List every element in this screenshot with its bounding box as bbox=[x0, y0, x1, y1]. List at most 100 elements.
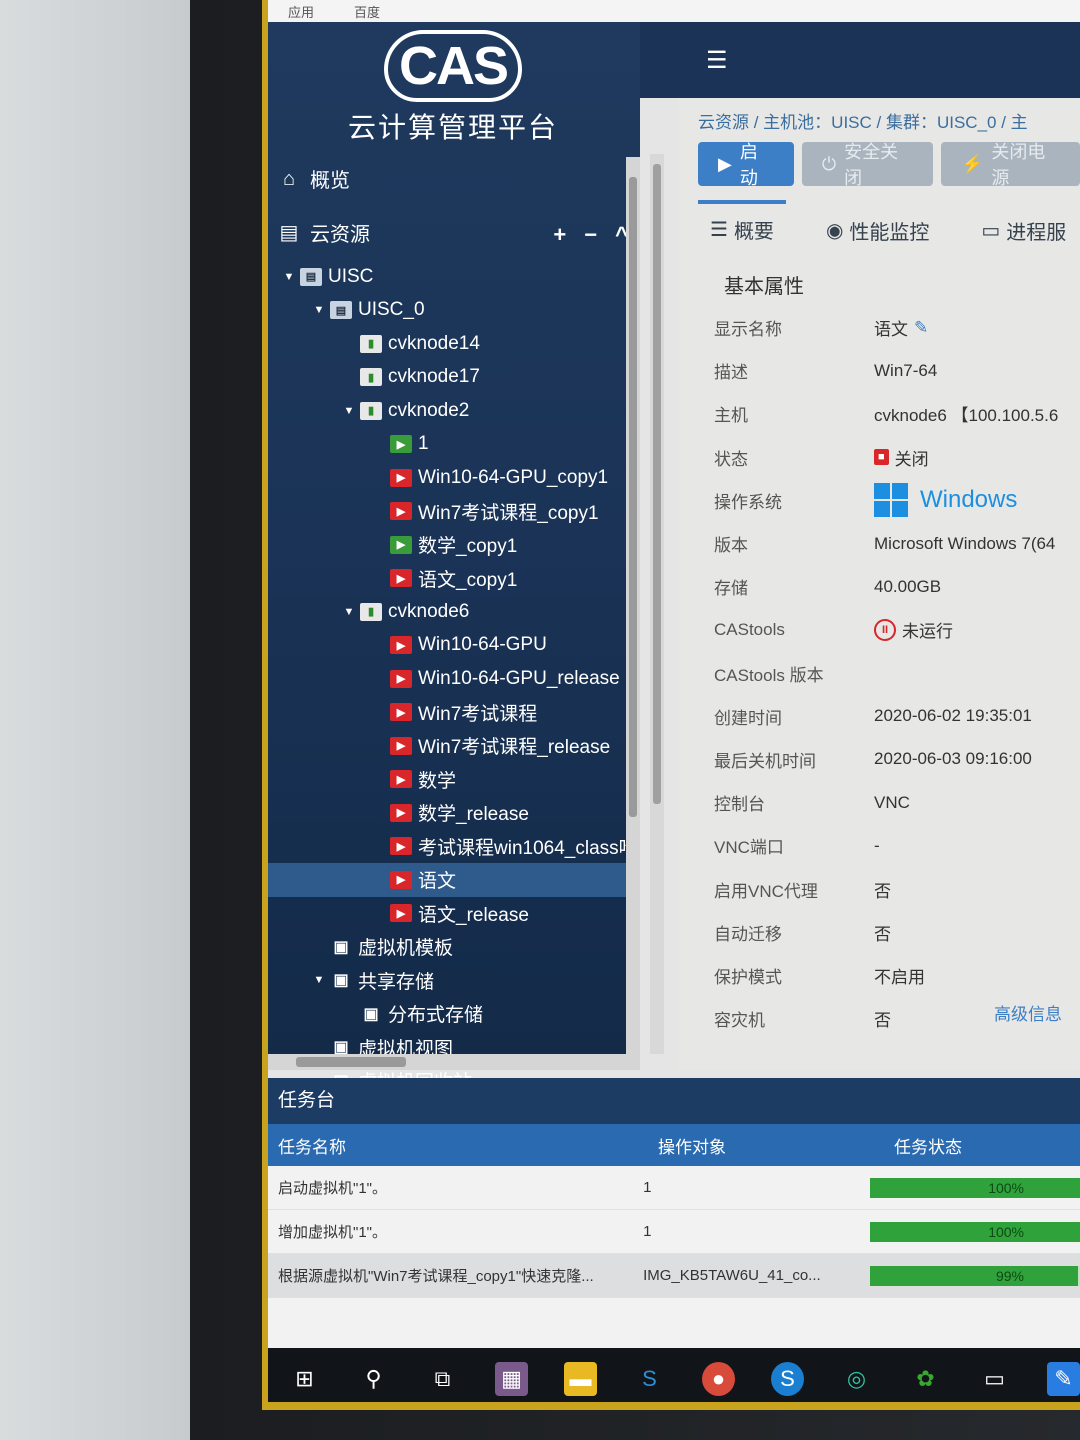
tab-summary[interactable]: ☰ 概要 bbox=[698, 200, 786, 251]
nav-overview[interactable]: ⌂ 概览 bbox=[278, 164, 350, 193]
expand-caret-icon[interactable]: ▼ bbox=[312, 974, 326, 986]
cluster-icon: ▤ bbox=[300, 267, 322, 286]
progress-bar: 100% bbox=[870, 1177, 1080, 1198]
property-row: 启用VNC代理 否 bbox=[704, 867, 1080, 910]
task-row[interactable]: 根据源虚拟机"Win7考试课程_copy1"快速克隆... IMG_KB5TAW6… bbox=[268, 1254, 1080, 1298]
main-scrollbar[interactable] bbox=[650, 154, 664, 1054]
property-value: II 未运行 bbox=[874, 617, 953, 642]
file-explorer-icon[interactable]: ▬ bbox=[564, 1362, 597, 1396]
tree-item[interactable]: ▼ ▮ cvknode6 bbox=[268, 595, 640, 629]
add-button[interactable]: + bbox=[553, 222, 566, 248]
property-label: 状态 bbox=[714, 449, 748, 469]
resource-tree: ▼ ▤ UISC ▼ ▤ UISC_0 ▮ cvknode14 ▮ cvknode17 ▼ ▮ cvkn… bbox=[268, 260, 640, 1098]
vm-stopped-icon: ■ bbox=[874, 449, 889, 466]
tree-item[interactable]: ▶ 数学 bbox=[268, 763, 640, 797]
tree-item[interactable]: ▼ ▤ UISC bbox=[268, 260, 640, 294]
tree-item[interactable]: ▶ 考试课程win1064_class哈 bbox=[268, 830, 640, 864]
col-target[interactable]: 操作对象 bbox=[648, 1133, 884, 1158]
windows-start-icon[interactable]: ⊞ bbox=[288, 1362, 321, 1396]
sidebar-hscrollbar[interactable] bbox=[268, 1054, 640, 1070]
progress-label: 100% bbox=[988, 1223, 1024, 1240]
property-value-text: 关闭 bbox=[894, 449, 929, 469]
search-icon[interactable]: ⚲ bbox=[357, 1362, 390, 1396]
tree-item[interactable]: ▼ ▮ cvknode2 bbox=[268, 394, 640, 428]
tree-item[interactable]: ▶ 语文 bbox=[268, 863, 640, 897]
tree-item[interactable]: ▶ Win7考试课程 bbox=[268, 696, 640, 730]
bookmark-apps[interactable]: 应用 bbox=[288, 2, 314, 21]
start-button[interactable]: ▶ 启动 bbox=[698, 142, 794, 188]
task-name: 增加虚拟机"1"。 bbox=[278, 1224, 387, 1241]
tree-item[interactable]: ▣ 分布式存储 bbox=[268, 997, 640, 1031]
server-icon: ▤ bbox=[279, 221, 299, 244]
task-console-title: 任务台 bbox=[268, 1078, 1080, 1124]
remove-button[interactable]: − bbox=[584, 222, 597, 248]
play-icon: ▶ bbox=[718, 153, 732, 174]
tree-item[interactable]: ▶ 1 bbox=[268, 428, 640, 462]
app-s-icon[interactable]: S bbox=[633, 1362, 666, 1396]
task-row[interactable]: 启动虚拟机"1"。 1 100% bbox=[268, 1166, 1080, 1210]
tree-item[interactable]: ▶ Win10-64-GPU_release bbox=[268, 662, 640, 696]
tree-item[interactable]: ▼ ▤ UISC_0 bbox=[268, 294, 640, 328]
menu-toggle-icon[interactable]: ☰ bbox=[706, 46, 728, 75]
tree-item[interactable]: ▶ 数学_release bbox=[268, 796, 640, 830]
tree-item[interactable]: ▶ 数学_copy1 bbox=[268, 528, 640, 562]
expand-caret-icon[interactable]: ▼ bbox=[312, 304, 326, 316]
property-label: VNC端口 bbox=[714, 838, 784, 858]
calendar-app-icon[interactable]: ▦ bbox=[495, 1362, 528, 1396]
property-label: 控制台 bbox=[714, 795, 765, 815]
expand-caret-icon[interactable]: ▼ bbox=[282, 271, 296, 283]
chrome-icon[interactable]: ● bbox=[702, 1362, 735, 1396]
property-label: 描述 bbox=[714, 363, 748, 383]
property-row: CAStools 版本 bbox=[704, 652, 1080, 695]
property-value-text: 2020-06-02 19:35:01 bbox=[874, 706, 1032, 726]
power-icon: ⏻ bbox=[821, 153, 837, 174]
vm-running-icon: ▶ bbox=[390, 435, 412, 454]
edit-pencil-icon[interactable]: ✎ bbox=[914, 318, 928, 338]
remote-desktop-icon[interactable]: ▭ bbox=[978, 1362, 1011, 1396]
vm-stopped-icon: ▶ bbox=[390, 669, 412, 688]
sidebar: CAS 云计算管理平台 ⌂ 概览 ▤ 云资源 + − ^ ▼ ▤ UISC ▼ ▤ UIS… bbox=[268, 22, 640, 1093]
poweroff-button[interactable]: ⚡ 关闭电源 bbox=[941, 142, 1080, 188]
tree-item[interactable]: ▶ Win10-64-GPU bbox=[268, 629, 640, 663]
app-loop-icon[interactable]: ◎ bbox=[840, 1362, 873, 1396]
skype-icon[interactable]: S bbox=[771, 1362, 804, 1396]
tab-process[interactable]: ▭ 进程服 bbox=[969, 210, 1078, 251]
tree-item[interactable]: ▶ 语文_copy1 bbox=[268, 562, 640, 596]
vm-running-icon: ▶ bbox=[390, 535, 412, 554]
shutdown-button[interactable]: ⏻ 安全关闭 bbox=[801, 142, 933, 188]
tree-item-label: Win10-64-GPU_copy1 bbox=[418, 466, 609, 488]
tab-process-label: 进程服 bbox=[1006, 222, 1067, 244]
tree-item[interactable]: ▶ Win7考试课程_copy1 bbox=[268, 495, 640, 529]
brand-subtitle: 云计算管理平台 bbox=[348, 112, 559, 143]
tree-item[interactable]: ▶ 语文_release bbox=[268, 897, 640, 931]
property-value-text: VNC bbox=[874, 792, 910, 812]
task-row[interactable]: 增加虚拟机"1"。 1 100% bbox=[268, 1210, 1080, 1254]
nav-cloud-resources[interactable]: ▤ 云资源 bbox=[278, 218, 370, 247]
task-view-icon[interactable]: ⧉ bbox=[426, 1362, 459, 1396]
tree-item[interactable]: ▮ cvknode14 bbox=[268, 327, 640, 361]
property-value-text: - bbox=[874, 835, 880, 855]
property-value: cvknode6 【100.100.5.6 bbox=[874, 401, 1058, 426]
host-icon: ▮ bbox=[360, 368, 382, 387]
tab-performance-label: 性能监控 bbox=[849, 222, 930, 244]
tab-performance[interactable]: ◉ 性能监控 bbox=[814, 210, 941, 251]
property-value-text: Win7-64 bbox=[874, 360, 938, 380]
host-icon: ▮ bbox=[360, 401, 382, 420]
sidebar-scrollbar[interactable] bbox=[626, 157, 640, 1057]
col-status[interactable]: 任务状态 bbox=[884, 1133, 1080, 1158]
bookmark-baidu[interactable]: 百度 bbox=[354, 2, 380, 21]
breadcrumb[interactable]: 云资源 / 主机池：UISC / 集群：UISC_0 / 主 bbox=[698, 108, 1028, 133]
expand-caret-icon[interactable]: ▼ bbox=[342, 606, 356, 618]
expand-caret-icon[interactable]: ▼ bbox=[342, 405, 356, 417]
tree-item[interactable]: ▮ cvknode17 bbox=[268, 361, 640, 395]
tree-item[interactable]: ▣ 虚拟机模板 bbox=[268, 930, 640, 964]
tree-item[interactable]: ▶ Win10-64-GPU_copy1 bbox=[268, 461, 640, 495]
tree-item[interactable]: ▶ Win7考试课程_release bbox=[268, 729, 640, 763]
app-blue-icon[interactable]: ✎ bbox=[1047, 1362, 1080, 1396]
advanced-info-link[interactable]: 高级信息 bbox=[994, 1000, 1062, 1025]
app-green-icon[interactable]: ✿ bbox=[909, 1362, 942, 1396]
col-task-name[interactable]: 任务名称 bbox=[268, 1133, 648, 1158]
tree-item[interactable]: ▼ ▣ 共享存储 bbox=[268, 964, 640, 998]
property-row: 操作系统 Windows bbox=[704, 479, 1080, 522]
tree-actions: + − ^ bbox=[553, 222, 628, 248]
